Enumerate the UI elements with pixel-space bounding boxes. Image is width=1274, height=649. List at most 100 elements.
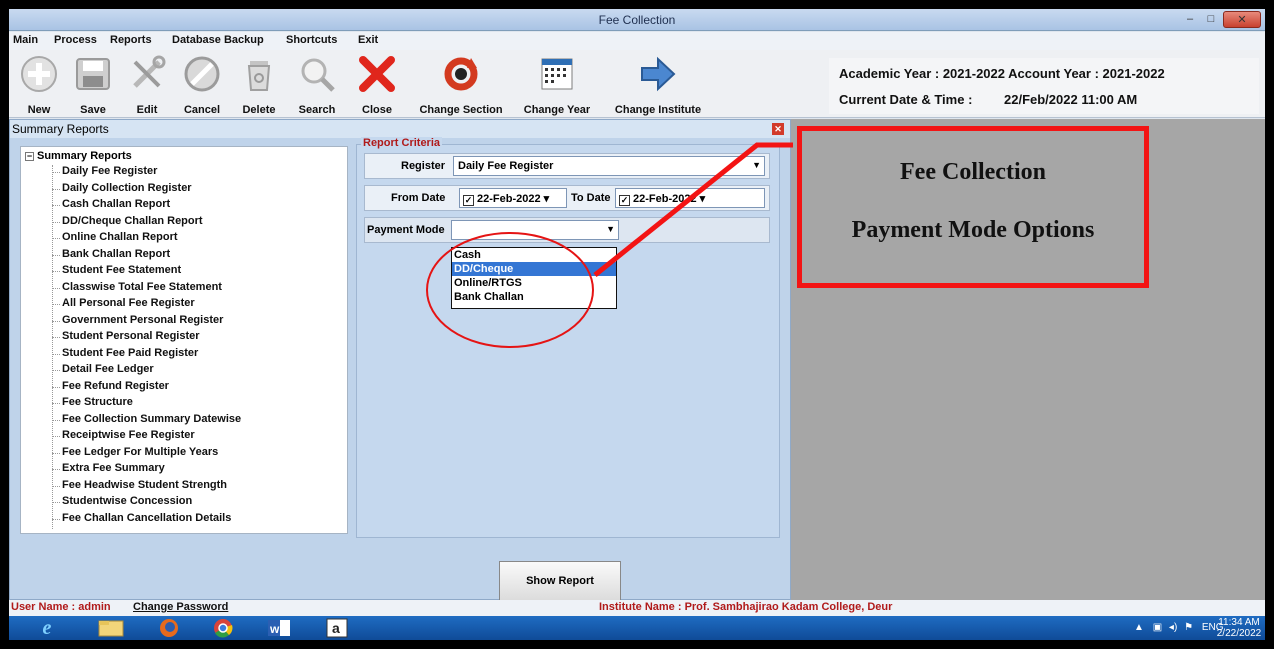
ie-icon[interactable]: e (25, 617, 69, 639)
report-criteria-title: Report Criteria (361, 137, 443, 149)
svg-text:w: w (269, 622, 280, 636)
action-center-icon[interactable]: ⚑ (1184, 622, 1193, 633)
tree-item[interactable]: Daily Fee Register (52, 165, 157, 177)
tree-item[interactable]: Student Fee Statement (52, 264, 181, 276)
save-button[interactable]: Save (71, 54, 115, 116)
file-explorer-icon[interactable] (89, 617, 133, 639)
tree-item[interactable]: Daily Collection Register (52, 182, 192, 194)
menu-process[interactable]: Process (54, 34, 97, 46)
show-report-button[interactable]: Show Report (499, 561, 621, 601)
cancel-button[interactable]: Cancel (177, 54, 227, 116)
tree-item[interactable]: Receiptwise Fee Register (52, 429, 195, 441)
tree-item[interactable]: Detail Fee Ledger (52, 363, 154, 375)
volume-icon[interactable]: ◂) (1169, 622, 1177, 633)
menu-reports[interactable]: Reports (110, 34, 152, 46)
system-clock[interactable]: 11:34 AM 2/22/2022 (1215, 617, 1263, 639)
tree-item[interactable]: All Personal Fee Register (52, 297, 195, 309)
tree-item[interactable]: Fee Structure (52, 396, 133, 408)
app-a-icon[interactable]: a (315, 617, 359, 639)
institute-name-text: Institute Name : Prof. Sambhajirao Kadam… (599, 601, 893, 613)
tree-item[interactable]: Government Personal Register (52, 314, 223, 326)
edit-label: Edit (136, 104, 158, 116)
chrome-icon[interactable] (201, 617, 245, 639)
option-cash[interactable]: Cash (452, 248, 616, 262)
tree-item[interactable]: Bank Challan Report (52, 248, 170, 260)
tree-item[interactable]: Classwise Total Fee Statement (52, 281, 222, 293)
to-date-picker[interactable]: ✓ 22-Feb-2022 ▾ (615, 188, 765, 208)
payment-mode-select[interactable]: ▼ (451, 220, 619, 240)
menu-main[interactable]: Main (13, 34, 38, 46)
svg-text:a: a (332, 620, 340, 636)
change-password-link[interactable]: Change Password (133, 601, 228, 613)
option-online-rtgs[interactable]: Online/RTGS (452, 276, 616, 290)
change-institute-label: Change Institute (614, 104, 702, 116)
user-name-text: User Name : admin (11, 601, 111, 613)
register-select[interactable]: Daily Fee Register ▼ (453, 156, 765, 176)
tree-item[interactable]: Online Challan Report (52, 231, 178, 243)
close-window-button[interactable]: ✕ (1223, 11, 1261, 28)
chevron-down-icon: ▼ (752, 160, 761, 170)
maximize-button[interactable]: □ (1201, 11, 1221, 28)
tree-item[interactable]: Fee Collection Summary Datewise (52, 413, 241, 425)
tree-item[interactable]: Fee Ledger For Multiple Years (52, 446, 218, 458)
tree-item[interactable]: Fee Headwise Student Strength (52, 479, 227, 491)
magnifier-icon (297, 54, 337, 94)
register-value: Daily Fee Register (458, 160, 554, 172)
tree-item[interactable]: Fee Refund Register (52, 380, 169, 392)
calendar-dropdown-icon[interactable]: ▾ (700, 193, 706, 205)
date-range-row: From Date ✓ 22-Feb-2022 ▾ To Date ✓ 22-Feb… (364, 185, 770, 211)
tree-item[interactable]: Cash Challan Report (52, 198, 170, 210)
from-date-picker[interactable]: ✓ 22-Feb-2022 ▾ (459, 188, 567, 208)
change-institute-button[interactable]: Change Institute (605, 54, 711, 116)
word-icon[interactable]: w (257, 617, 301, 639)
tools-icon (127, 54, 167, 94)
year-info-box: Academic Year : 2021-2022 Account Year :… (829, 58, 1259, 114)
from-date-value: 22-Feb-2022 (477, 193, 541, 205)
new-button[interactable]: New (17, 54, 61, 116)
firefox-icon[interactable] (147, 617, 191, 639)
payment-mode-label: Payment Mode (367, 224, 445, 236)
close-button[interactable]: Close (355, 54, 399, 116)
change-section-button[interactable]: Change Section (413, 54, 509, 116)
show-report-label: Show Report (526, 575, 594, 587)
report-tree: − Summary Reports Daily Fee Register Dail… (20, 146, 348, 534)
tree-root-label: Summary Reports (37, 150, 132, 162)
academic-year-text: Academic Year : 2021-2022 Account Year :… (839, 66, 1165, 81)
tree-item[interactable]: Fee Challan Cancellation Details (52, 512, 231, 524)
summary-panel-title: Summary Reports (12, 122, 109, 136)
search-button[interactable]: Search (291, 54, 343, 116)
window-title: Fee Collection (598, 13, 676, 27)
minimize-button[interactable]: – (1179, 11, 1201, 28)
windows-taskbar: e w a ▲ ▣ ◂) ⚑ ENG 11:34 AM 2/22/2022 (9, 616, 1265, 640)
menu-database-backup[interactable]: Database Backup (172, 34, 264, 46)
tree-item[interactable]: Studentwise Concession (52, 495, 192, 507)
new-label: New (27, 104, 51, 116)
calendar-icon (537, 54, 577, 94)
calendar-dropdown-icon[interactable]: ▾ (544, 193, 550, 205)
option-dd-cheque[interactable]: DD/Cheque (452, 262, 616, 276)
checkbox-checked-icon[interactable]: ✓ (619, 195, 630, 206)
tree-item[interactable]: Student Personal Register (52, 330, 200, 342)
show-hidden-icons-icon[interactable]: ▲ (1134, 622, 1144, 633)
checkbox-checked-icon[interactable]: ✓ (463, 195, 474, 206)
register-label: Register (401, 160, 446, 172)
delete-button[interactable]: Delete (235, 54, 283, 116)
payment-mode-row: Payment Mode ▼ (364, 217, 770, 243)
network-icon[interactable]: ▣ (1153, 622, 1162, 633)
summary-panel-header: Summary Reports ✕ (10, 120, 790, 138)
option-bank-challan[interactable]: Bank Challan (452, 290, 616, 304)
tree-root[interactable]: − Summary Reports (25, 150, 132, 162)
arrow-right-icon (638, 54, 678, 94)
tree-item[interactable]: Extra Fee Summary (52, 462, 165, 474)
panel-close-button[interactable]: ✕ (772, 123, 784, 135)
save-label: Save (80, 104, 106, 116)
collapse-icon[interactable]: − (25, 152, 34, 161)
tree-item[interactable]: Student Fee Paid Register (52, 347, 198, 359)
edit-button[interactable]: Edit (125, 54, 169, 116)
tree-item[interactable]: DD/Cheque Challan Report (52, 215, 203, 227)
change-year-button[interactable]: Change Year (519, 54, 595, 116)
menu-shortcuts[interactable]: Shortcuts (286, 34, 337, 46)
red-x-icon (357, 54, 397, 94)
close-label: Close (362, 104, 392, 116)
menu-exit[interactable]: Exit (358, 34, 378, 46)
